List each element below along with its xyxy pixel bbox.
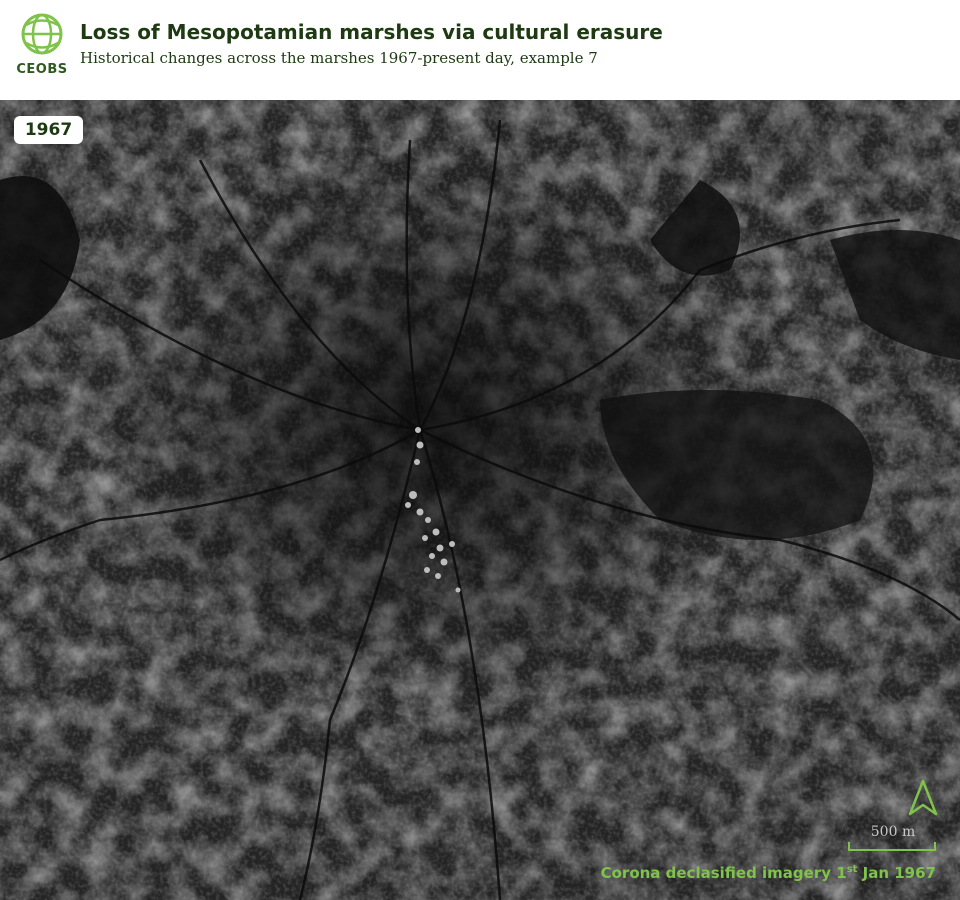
satellite-imagery [0,100,960,900]
imagery-credit: Corona declasified imagery 1st Jan 1967 [601,864,936,882]
logo-text: CEOBS [16,62,68,77]
ceobs-globe-icon [21,13,63,55]
page-title: Loss of Mesopotamian marshes via cultura… [80,20,663,44]
header: CEOBS Loss of Mesopotamian marshes via c… [0,0,960,100]
year-badge: 1967 [14,116,83,144]
scale-bar-icon [848,842,936,851]
credit-suffix: Jan 1967 [857,864,936,882]
north-arrow-icon [908,779,938,816]
scale-label: 500 m [870,824,916,840]
page-subtitle: Historical changes across the marshes 19… [80,49,598,67]
satellite-map [0,100,960,900]
credit-prefix: Corona declasified imagery 1 [600,864,847,882]
credit-ordinal: st [846,864,858,875]
ceobs-logo: CEOBS [14,12,70,80]
